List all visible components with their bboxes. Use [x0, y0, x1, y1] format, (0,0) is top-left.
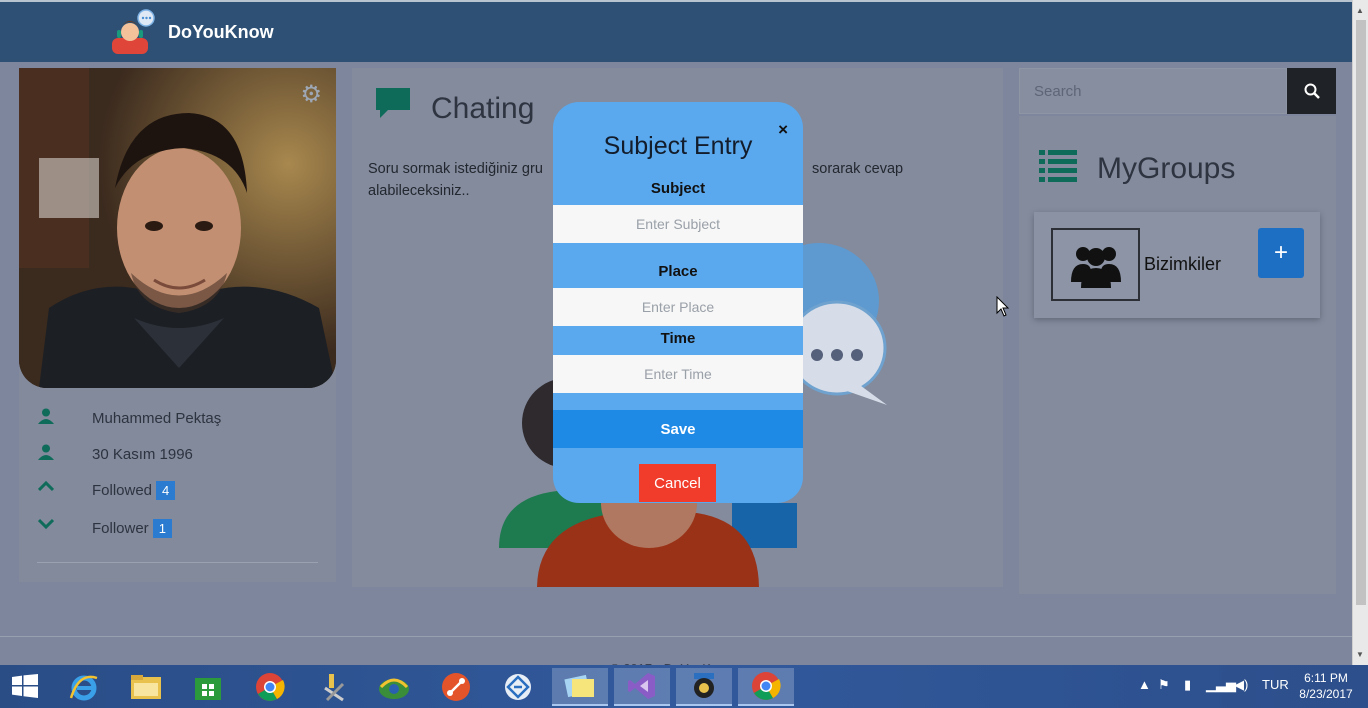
- tools-icon: [324, 674, 345, 702]
- scroll-down-arrow-icon[interactable]: ▼: [1356, 650, 1364, 659]
- chat-description-left: Soru sormak istediğiniz gru: [368, 161, 543, 177]
- webcam-icon: [694, 673, 714, 698]
- chevron-down-icon: [37, 517, 55, 535]
- users-icon: [1070, 246, 1121, 288]
- taskbar-sticky-notes[interactable]: [552, 668, 608, 706]
- profile-photo: ⚙: [19, 68, 336, 388]
- taskbar-chrome-active[interactable]: [738, 668, 794, 706]
- taskbar-file-explorer[interactable]: [118, 668, 174, 706]
- app-logo[interactable]: [110, 8, 158, 54]
- chrome-icon: [752, 672, 781, 700]
- chat-description-line2: alabileceksiniz..: [368, 183, 470, 199]
- search-button[interactable]: [1287, 68, 1336, 114]
- divider: [37, 562, 318, 563]
- footer-divider: [0, 636, 1352, 637]
- clock-time: 6:11 PM: [1304, 671, 1348, 685]
- system-clock[interactable]: 6:11 PM 8/23/2017: [1296, 670, 1356, 702]
- network-signal-icon[interactable]: ▁▃▅: [1206, 677, 1236, 693]
- mouse-cursor-icon: [996, 295, 1010, 323]
- user-icon: [37, 408, 55, 429]
- cancel-button[interactable]: Cancel: [639, 464, 716, 502]
- sticky-notes-icon: [564, 674, 594, 698]
- group-avatar: [1051, 228, 1140, 301]
- windows-start-button[interactable]: [12, 674, 38, 703]
- list-icon: [1039, 148, 1077, 187]
- profile-birthdate: 30 Kasım 1996: [92, 446, 193, 463]
- group-card[interactable]: Bizimkiler +: [1034, 212, 1320, 318]
- store-icon: [195, 678, 221, 700]
- page-scrollbar[interactable]: ▲ ▼: [1352, 0, 1368, 665]
- brand-name[interactable]: DoYouKnow: [168, 22, 274, 43]
- modal-title: Subject Entry: [603, 132, 753, 160]
- group-name[interactable]: Bizimkiler: [1144, 254, 1221, 275]
- top-navbar: DoYouKnow: [0, 0, 1368, 62]
- taskbar-webcam[interactable]: [676, 668, 732, 706]
- windows-taskbar: ▲ ⚑ ▮ ▁▃▅ ◀) TUR 6:11 PM 8/23/2017: [0, 665, 1368, 708]
- taskbar-chrome[interactable]: [242, 668, 298, 706]
- subject-input[interactable]: [553, 205, 803, 243]
- scroll-thumb[interactable]: [1356, 20, 1366, 605]
- groups-title: MyGroups: [1097, 152, 1236, 185]
- save-button[interactable]: Save: [553, 410, 803, 448]
- add-group-button[interactable]: +: [1258, 228, 1304, 278]
- profile-card: ⚙ Muhammed Pektaş 30 Kasım 1996 Followed…: [19, 68, 336, 582]
- language-indicator[interactable]: TUR: [1262, 677, 1289, 692]
- comment-icon: [374, 86, 412, 125]
- clock-date: 8/23/2017: [1299, 687, 1353, 701]
- search-input[interactable]: [1020, 69, 1286, 113]
- profile-name: Muhammed Pektaş: [92, 410, 222, 427]
- subject-label: Subject: [650, 180, 706, 197]
- settings-gear-icon[interactable]: ⚙: [300, 80, 322, 109]
- taskbar-store[interactable]: [180, 668, 236, 706]
- globe-icon: [379, 678, 409, 699]
- time-label: Time: [660, 330, 696, 347]
- taskbar-internet-explorer[interactable]: [56, 668, 112, 706]
- followed-label: Followed: [92, 482, 153, 499]
- taskbar-visual-studio[interactable]: [614, 668, 670, 706]
- scroll-up-arrow-icon[interactable]: ▲: [1356, 6, 1364, 15]
- place-input[interactable]: [553, 288, 803, 326]
- place-label: Place: [658, 263, 698, 280]
- taskbar-remote[interactable]: [490, 668, 546, 706]
- volume-icon[interactable]: ◀): [1234, 677, 1248, 693]
- taskbar-git[interactable]: [428, 668, 484, 706]
- windows-logo-icon: [12, 674, 38, 698]
- groups-panel: MyGroups Bizimkiler +: [1019, 116, 1336, 594]
- chrome-icon: [256, 673, 285, 701]
- git-icon: [442, 673, 470, 701]
- search-icon: [1304, 83, 1320, 99]
- time-input[interactable]: [553, 355, 803, 393]
- subject-entry-modal: × Subject Entry Subject Place Time Save …: [553, 102, 803, 503]
- chat-title: Chating: [431, 92, 535, 125]
- taskbar-tools[interactable]: [304, 668, 360, 706]
- internet-explorer-icon: [69, 675, 98, 701]
- visual-studio-icon: [628, 673, 655, 699]
- action-center-flag-icon[interactable]: ⚑: [1158, 677, 1170, 693]
- chevron-up-icon: [37, 479, 55, 497]
- remote-icon: [505, 674, 531, 700]
- followed-count-badge: 4: [156, 481, 176, 500]
- taskbar-download-manager[interactable]: [366, 668, 422, 706]
- user-icon: [37, 444, 55, 465]
- tray-overflow-icon[interactable]: ▲: [1138, 677, 1151, 692]
- search-box: [1019, 68, 1287, 114]
- battery-icon[interactable]: ▮: [1184, 677, 1191, 693]
- follower-count-badge: 1: [152, 519, 172, 538]
- follower-label: Follower: [92, 520, 149, 537]
- folder-icon: [131, 675, 161, 699]
- chat-description-right: sorarak cevap: [812, 161, 904, 177]
